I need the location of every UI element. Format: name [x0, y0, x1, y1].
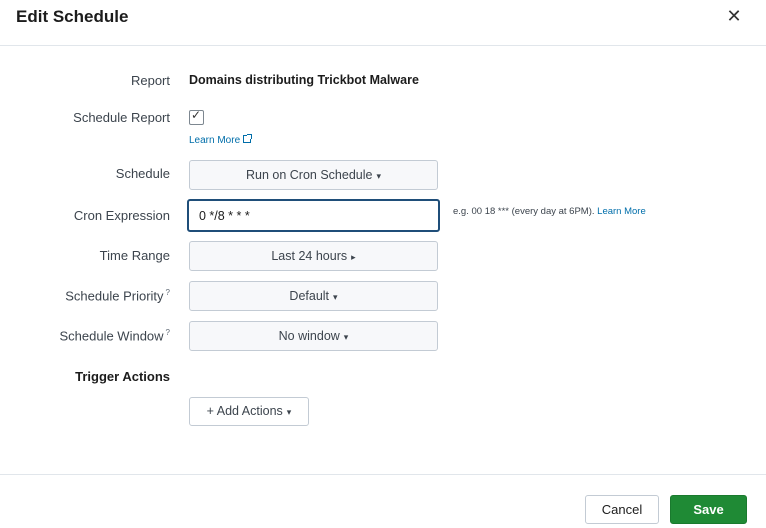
caret-down-icon: ▾	[376, 171, 381, 181]
cron-expression-input[interactable]	[187, 199, 440, 232]
dialog-title: Edit Schedule	[16, 7, 129, 26]
cron-expression-label: Cron Expression	[73, 208, 170, 223]
help-icon[interactable]: ?	[166, 328, 170, 337]
save-button[interactable]: Save	[670, 495, 747, 524]
close-icon[interactable]: ✕	[724, 6, 744, 26]
add-actions-button[interactable]: + Add Actions ▾	[189, 397, 309, 426]
caret-down-icon: ▾	[343, 332, 349, 342]
add-actions-label: + Add Actions	[206, 404, 283, 418]
learn-more-link-text: Learn More	[189, 135, 241, 146]
cron-learn-more-link[interactable]: Learn More	[597, 206, 646, 217]
report-name: Domains distributing Trickbot Malware	[189, 73, 419, 87]
report-label: Report	[130, 73, 170, 88]
time-range-value: Last 24 hours	[271, 249, 348, 263]
schedule-window-label: Schedule Window?	[0, 328, 170, 343]
schedule-window-value: No window	[278, 329, 340, 343]
schedule-window-label-text: Schedule Window	[59, 328, 164, 344]
schedule-dropdown-value: Run on Cron Schedule	[245, 168, 373, 182]
check-icon: ✓	[191, 108, 202, 122]
caret-down-icon: ▾	[333, 292, 338, 302]
time-range-picker[interactable]: Last 24 hours ▸	[189, 241, 438, 271]
schedule-report-label: Schedule Report	[73, 110, 170, 125]
cron-help-text: e.g. 00 18 *** (every day at 6PM). Learn…	[453, 206, 646, 217]
trigger-actions-label: Trigger Actions	[75, 369, 170, 384]
help-icon[interactable]: ?	[166, 288, 170, 297]
schedule-priority-dropdown[interactable]: Default ▾	[189, 281, 438, 311]
caret-down-icon: ▾	[286, 407, 292, 417]
cancel-button[interactable]: Cancel	[585, 495, 659, 524]
edit-schedule-dialog: Edit Schedule ✕ Report Domains distribut…	[0, 0, 766, 528]
time-range-label: Time Range	[99, 248, 170, 263]
schedule-window-dropdown[interactable]: No window ▾	[189, 321, 438, 351]
cron-help-example: e.g. 00 18 *** (every day at 6PM).	[453, 206, 595, 217]
schedule-report-checkbox[interactable]: ✓	[189, 108, 204, 125]
caret-right-icon: ▸	[351, 252, 356, 262]
schedule-dropdown[interactable]: Run on Cron Schedule ▾	[189, 160, 438, 190]
schedule-priority-value: Default	[289, 289, 330, 303]
schedule-priority-label-text: Schedule Priority	[65, 288, 164, 304]
footer-divider	[0, 474, 766, 475]
schedule-priority-label: Schedule Priority?	[0, 288, 170, 303]
schedule-label: Schedule	[115, 166, 170, 181]
external-link-icon	[243, 134, 253, 143]
dialog-header: Edit Schedule ✕	[0, 0, 766, 46]
learn-more-link[interactable]: Learn More	[189, 134, 253, 146]
